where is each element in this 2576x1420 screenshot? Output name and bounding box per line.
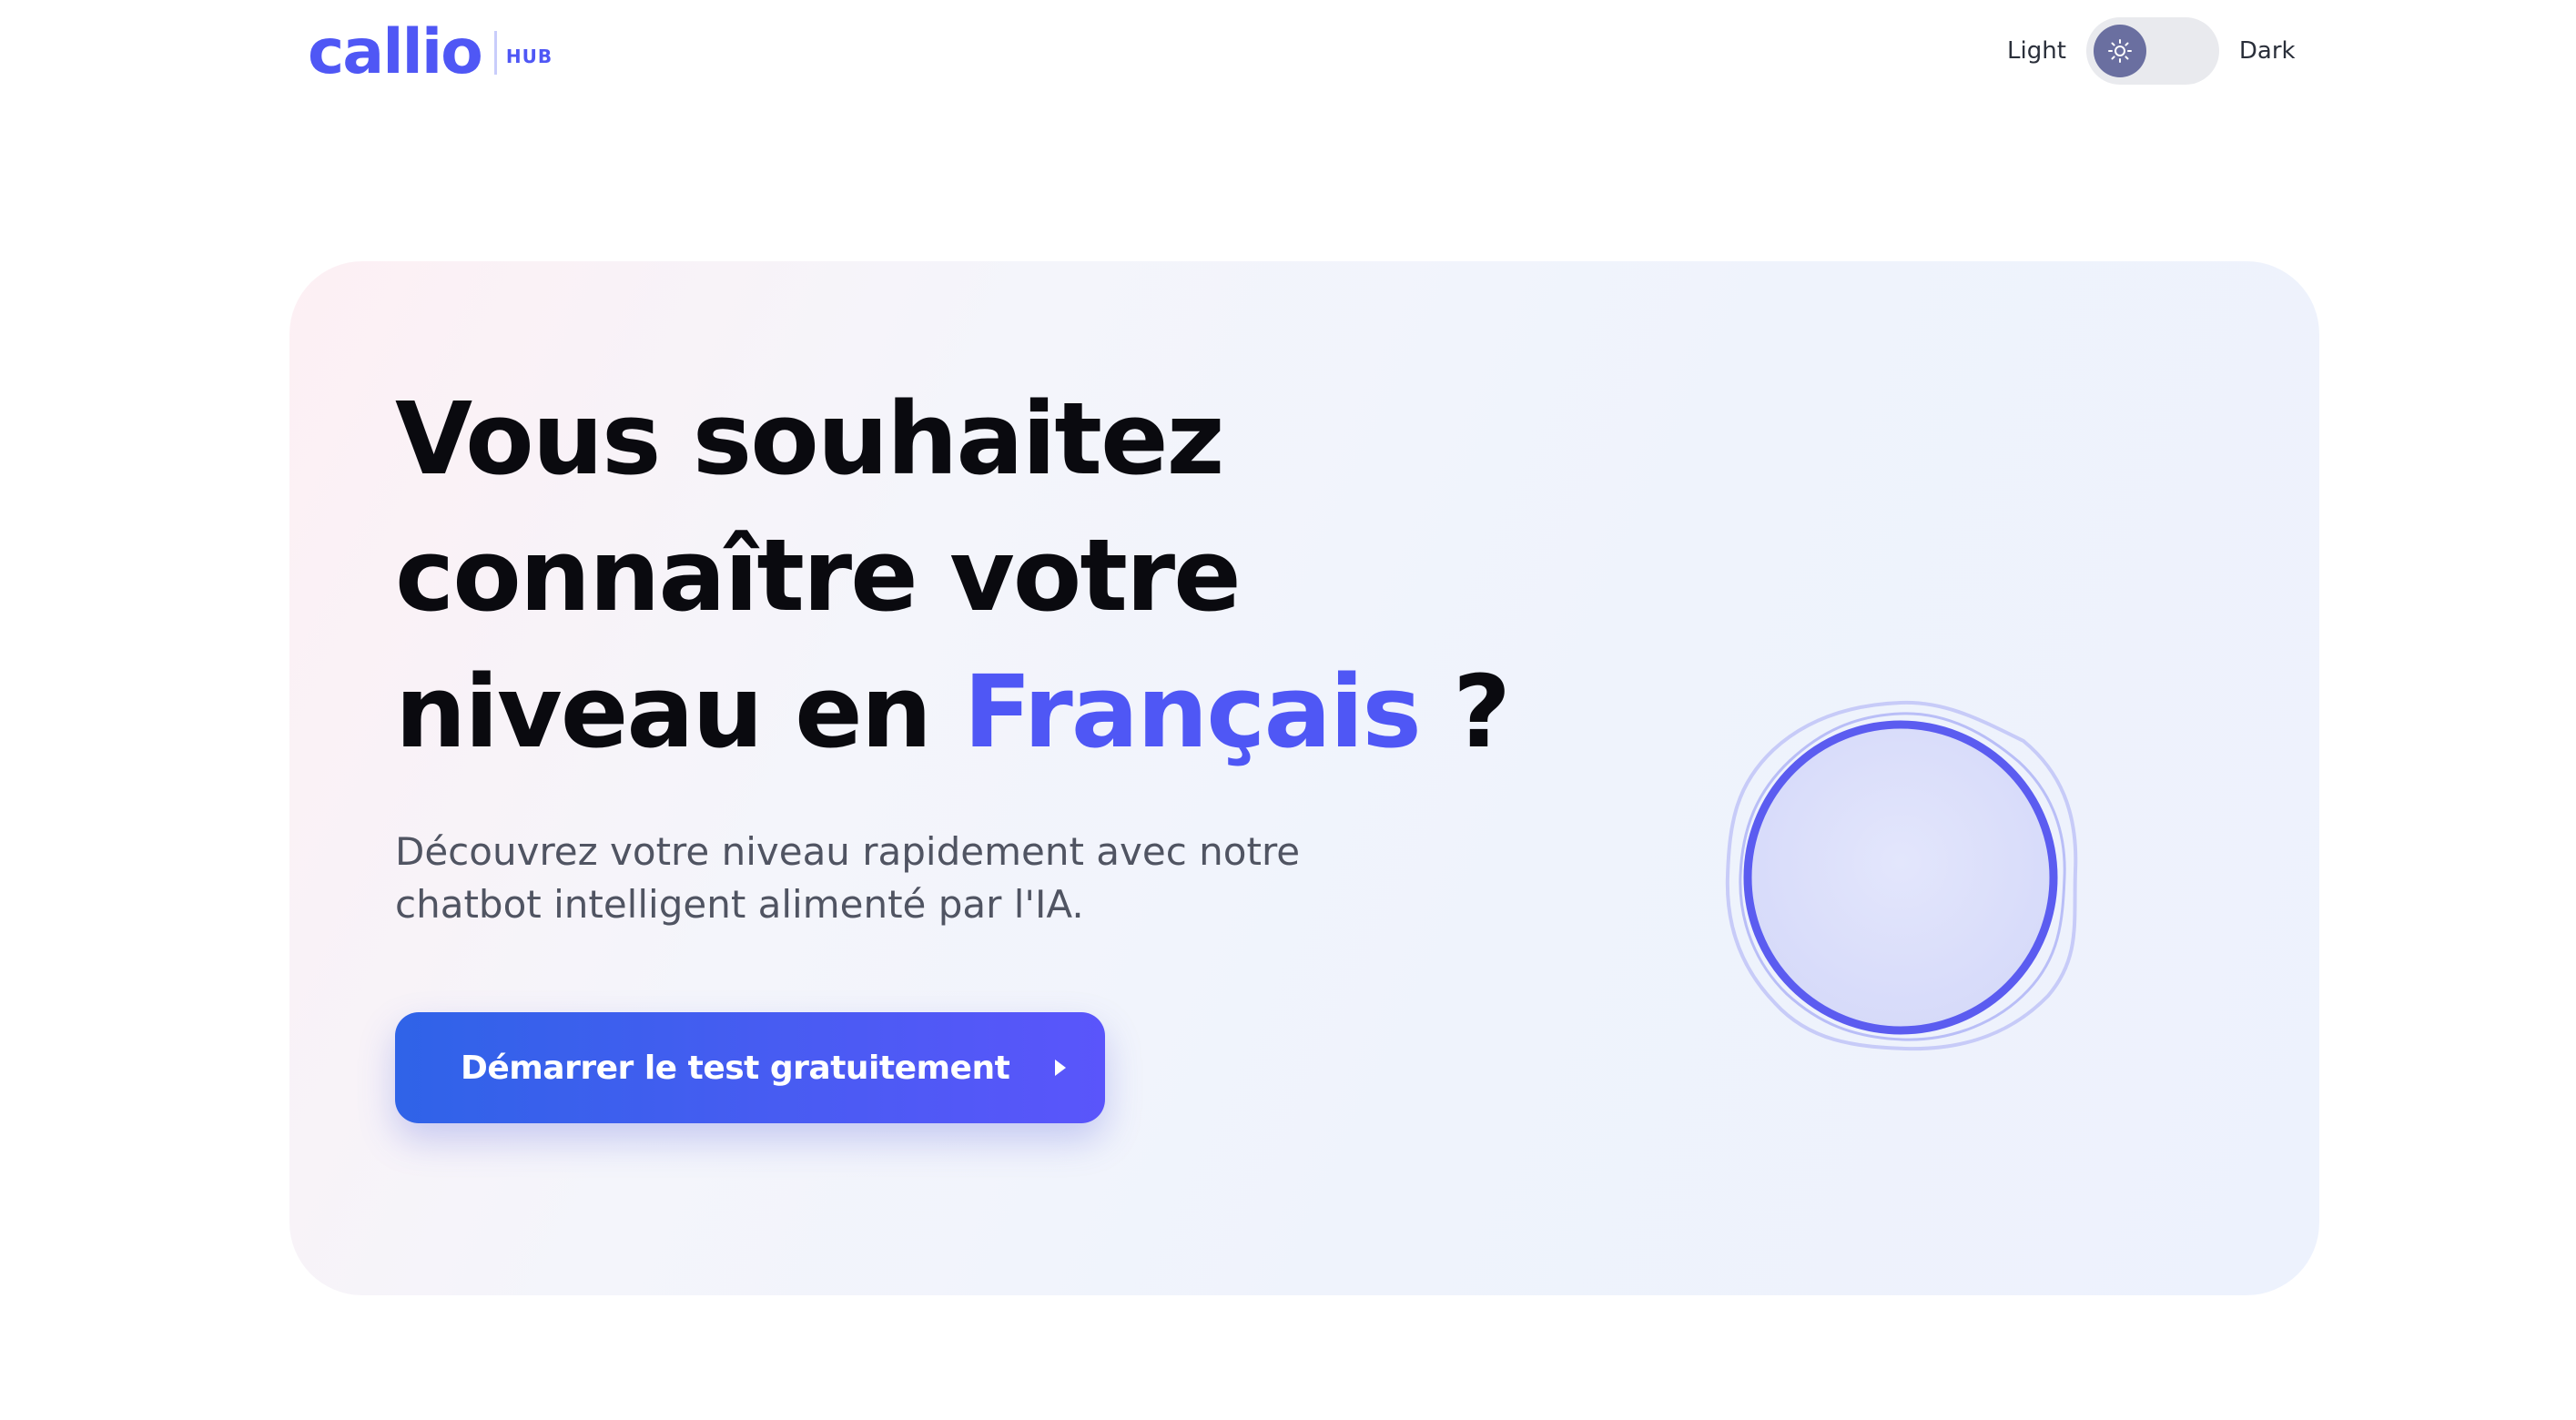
logo-divider xyxy=(493,31,497,75)
theme-switch-knob[interactable] xyxy=(2093,25,2146,77)
theme-toggle: Light Dark xyxy=(2007,16,2296,86)
voice-orb-icon[interactable] xyxy=(1709,685,2092,1067)
start-test-button-label: Démarrer le test gratuitement xyxy=(461,1049,1010,1087)
logo-wordmark: callio xyxy=(308,16,483,88)
hero-headline: Vous souhaitez connaître votre niveau en… xyxy=(395,370,1624,780)
theme-switch[interactable] xyxy=(2085,17,2219,85)
play-icon xyxy=(1055,1060,1067,1076)
theme-dark-label[interactable]: Dark xyxy=(2239,37,2296,65)
top-bar: callio HUB Light Dark xyxy=(0,0,2576,109)
callio-hub-logo[interactable]: callio HUB xyxy=(308,16,553,89)
start-test-button[interactable]: Démarrer le test gratuitement xyxy=(395,1012,1105,1123)
headline-accent-word: Français xyxy=(963,654,1422,770)
hero-card: Vous souhaitez connaître votre niveau en… xyxy=(289,261,2319,1295)
logo-hub-badge: HUB xyxy=(505,46,553,67)
hero-subtitle: Découvrez votre niveau rapidement avec n… xyxy=(395,829,1301,927)
theme-light-label[interactable]: Light xyxy=(2007,37,2066,65)
sun-icon xyxy=(2107,39,2132,63)
headline-question-mark: ? xyxy=(1419,654,1511,770)
